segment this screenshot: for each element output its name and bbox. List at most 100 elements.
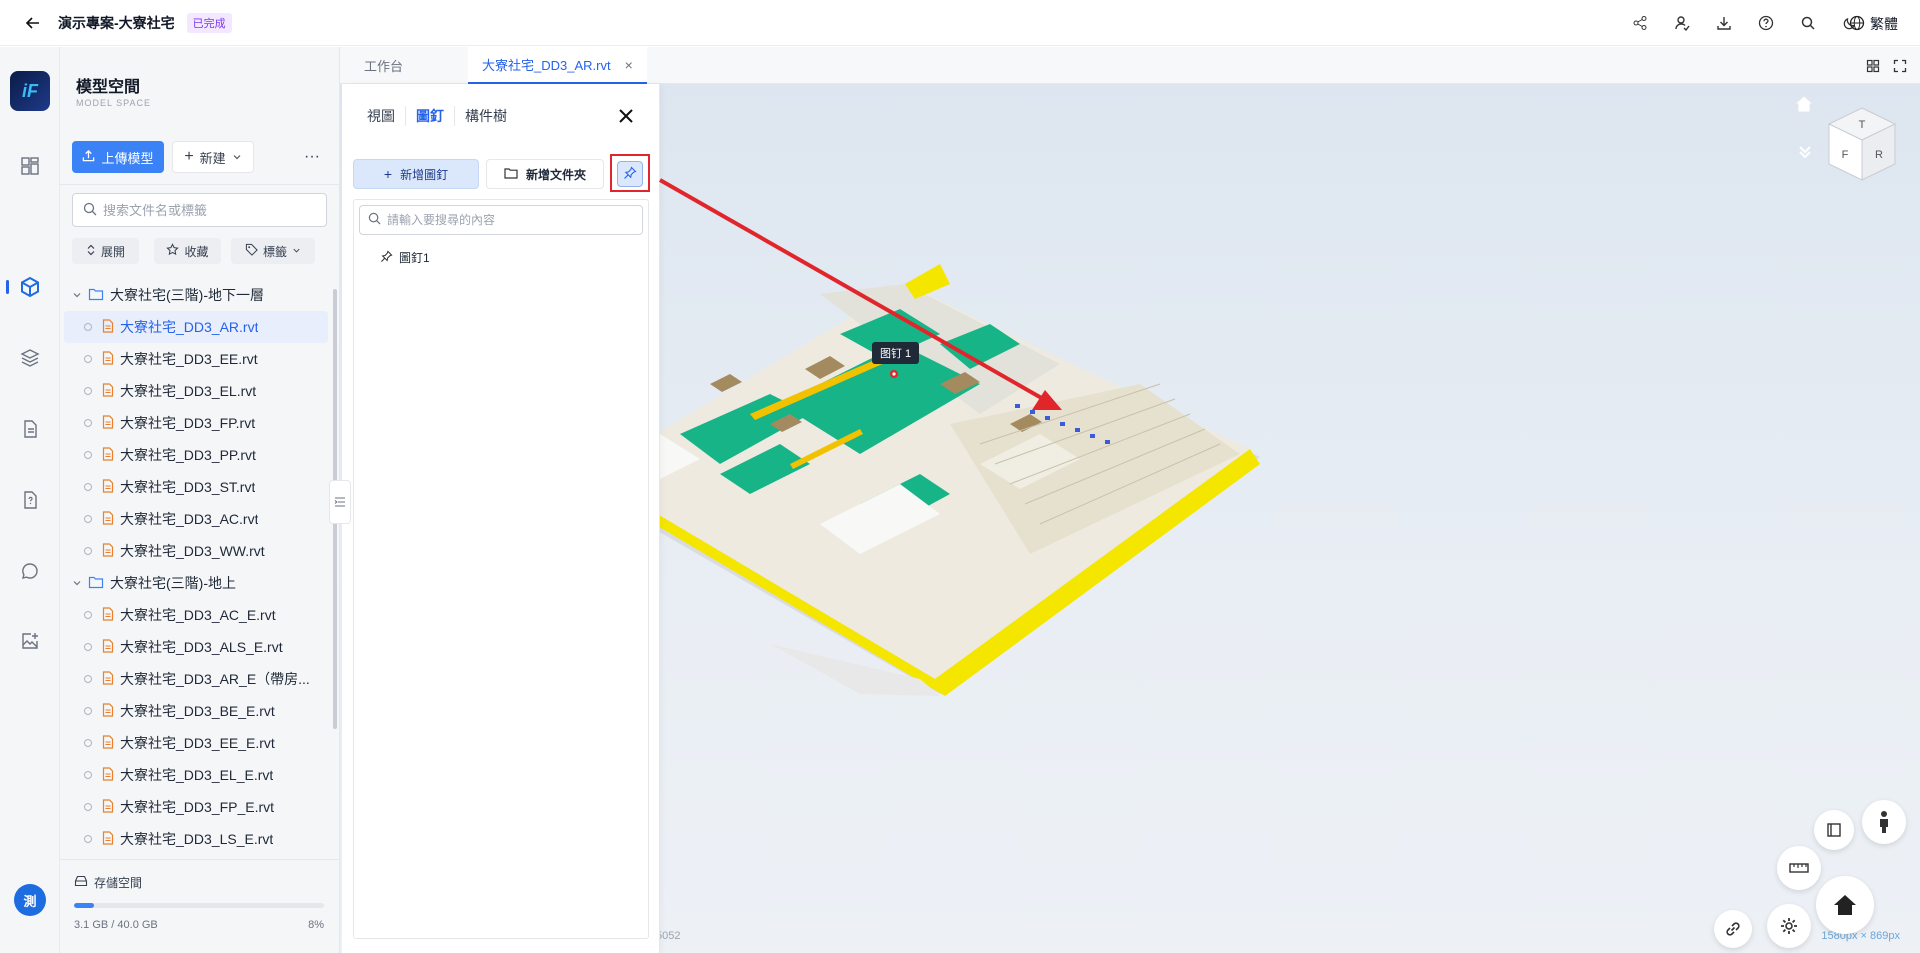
file-row[interactable]: 大寮社宅_DD3_FP.rvt bbox=[60, 407, 332, 439]
pin-search-input[interactable] bbox=[387, 213, 627, 227]
tags-filter-button[interactable]: 標籤 bbox=[231, 238, 315, 264]
close-panel-icon[interactable] bbox=[614, 104, 638, 128]
file-name: 大寮社宅_DD3_AR_E（帶房... bbox=[120, 671, 310, 687]
file-row[interactable]: 大寮社宅_DD3_ALS_E.rvt bbox=[60, 631, 332, 663]
star-icon bbox=[166, 243, 180, 259]
file-row[interactable]: 大寮社宅_DD3_FP_E.rvt bbox=[60, 791, 332, 823]
double-chevron-down-icon[interactable] bbox=[1797, 144, 1813, 160]
chevron-down-icon bbox=[72, 287, 82, 303]
new-button[interactable]: + 新建 bbox=[172, 141, 254, 173]
help-icon[interactable] bbox=[1756, 13, 1776, 33]
file-name: 大寮社宅_DD3_AC_E.rvt bbox=[120, 607, 276, 623]
status-dot bbox=[84, 387, 92, 395]
download-icon[interactable] bbox=[1714, 13, 1734, 33]
pin-list-item[interactable]: 圖釘1 bbox=[380, 249, 430, 266]
file-icon bbox=[102, 766, 114, 784]
status-dot bbox=[84, 803, 92, 811]
folder-row[interactable]: 大寮社宅(三階)-地下一層 bbox=[60, 279, 332, 311]
file-icon bbox=[102, 702, 114, 720]
report-icon[interactable] bbox=[18, 488, 42, 512]
cube-face-top: T bbox=[1859, 119, 1866, 131]
file-row[interactable]: 大寮社宅_DD3_AR_E（帶房... bbox=[60, 663, 332, 695]
file-row[interactable]: 大寮社宅_DD3_EE.rvt bbox=[60, 343, 332, 375]
file-name: 大寮社宅_DD3_WW.rvt bbox=[120, 543, 265, 559]
home-button[interactable] bbox=[1816, 876, 1874, 934]
nav-cube[interactable]: T F R bbox=[1827, 106, 1897, 182]
file-name: 大寮社宅_DD3_EE.rvt bbox=[120, 351, 258, 367]
file-name: 大寮社宅_DD3_AR.rvt bbox=[120, 319, 259, 335]
status-dot bbox=[84, 547, 92, 555]
file-search-input[interactable] bbox=[103, 202, 313, 218]
link-button[interactable] bbox=[1714, 910, 1752, 948]
tab-model-file[interactable]: 大寮社宅_DD3_AR.rvt × bbox=[468, 47, 647, 84]
new-label: 新建 bbox=[199, 150, 226, 166]
user-switch-icon[interactable] bbox=[1672, 13, 1692, 33]
globe-icon bbox=[1849, 15, 1865, 34]
tab-component-tree[interactable]: 構件樹 bbox=[454, 106, 517, 126]
image-add-icon[interactable] bbox=[18, 629, 42, 653]
language-switch[interactable]: 繁體 bbox=[1849, 14, 1898, 34]
file-row[interactable]: 大寮社宅_DD3_PP.rvt bbox=[60, 439, 332, 471]
home-view-icon[interactable] bbox=[1793, 94, 1815, 116]
search-icon[interactable] bbox=[1798, 13, 1818, 33]
status-dot bbox=[84, 483, 92, 491]
status-dot bbox=[84, 835, 92, 843]
file-name: 大寮社宅_DD3_FP.rvt bbox=[120, 415, 256, 431]
fullscreen-icon[interactable] bbox=[1890, 56, 1910, 76]
file-row[interactable]: 大寮社宅_DD3_EL_E.rvt bbox=[60, 759, 332, 791]
add-folder-button[interactable]: 新增文件夾 bbox=[486, 159, 604, 189]
folder-row[interactable]: 大寮社宅(三階)-地上 bbox=[60, 567, 332, 599]
tab-pins[interactable]: 圖釘 bbox=[405, 106, 454, 126]
pin-search-box bbox=[359, 205, 643, 235]
tab-workbench[interactable]: 工作台 bbox=[364, 47, 403, 84]
file-name: 大寮社宅_DD3_ALS_E.rvt bbox=[120, 639, 283, 655]
avatar[interactable]: 測 bbox=[14, 884, 46, 916]
document-icon[interactable] bbox=[18, 417, 42, 441]
chat-icon[interactable] bbox=[18, 559, 42, 583]
split-view-icon[interactable] bbox=[1863, 56, 1883, 76]
plus-icon: + bbox=[184, 148, 194, 165]
back-arrow-icon[interactable] bbox=[22, 12, 44, 34]
cube-icon[interactable] bbox=[18, 275, 42, 299]
pushpin-icon bbox=[380, 249, 393, 266]
search-icon bbox=[83, 202, 97, 219]
panel-title: 模型空間 bbox=[76, 79, 141, 96]
file-name: 大寮社宅_DD3_LS_E.rvt bbox=[120, 831, 274, 847]
section-box-button[interactable] bbox=[1814, 810, 1854, 850]
add-pin-button[interactable]: + 新增圖釘 bbox=[353, 159, 479, 189]
cube-face-right: R bbox=[1875, 149, 1883, 161]
file-row[interactable]: 大寮社宅_DD3_ST.rvt bbox=[60, 471, 332, 503]
upload-model-button[interactable]: 上傳模型 bbox=[72, 141, 164, 173]
file-row[interactable]: 大寮社宅_DD3_WW.rvt bbox=[60, 535, 332, 567]
file-icon bbox=[102, 638, 114, 656]
collapse-panel-handle[interactable] bbox=[329, 480, 351, 524]
measure-button[interactable] bbox=[1777, 846, 1821, 890]
file-row[interactable]: 大寮社宅_DD3_AC.rvt bbox=[60, 503, 332, 535]
expand-toggle-button[interactable]: 展開 bbox=[72, 238, 139, 264]
file-row[interactable]: 大寮社宅_DD3_LS_E.rvt bbox=[60, 823, 332, 855]
file-row[interactable]: 大寮社宅_DD3_BE_E.rvt bbox=[60, 695, 332, 727]
file-name: 大寮社宅_DD3_EL.rvt bbox=[120, 383, 257, 399]
file-row[interactable]: 大寮社宅_DD3_AC_E.rvt bbox=[60, 599, 332, 631]
close-tab-icon[interactable]: × bbox=[625, 57, 633, 73]
add-folder-label: 新增文件夾 bbox=[525, 167, 586, 182]
tab-views[interactable]: 視圖 bbox=[367, 106, 405, 126]
dashboard-icon[interactable] bbox=[18, 154, 42, 178]
favorites-filter-button[interactable]: 收藏 bbox=[154, 238, 221, 264]
layers-icon[interactable] bbox=[18, 346, 42, 370]
walk-mode-button[interactable] bbox=[1862, 800, 1906, 844]
file-icon bbox=[102, 318, 114, 336]
file-row-selected[interactable]: 大寮社宅_DD3_AR.rvt bbox=[64, 311, 328, 343]
settings-button[interactable] bbox=[1767, 904, 1811, 948]
share-icon[interactable] bbox=[1630, 13, 1650, 33]
more-options-icon[interactable]: ··· bbox=[300, 147, 324, 167]
expand-icon bbox=[86, 244, 96, 259]
storage-section: 存儲空間 3.1 GB / 40.0 GB 8% bbox=[60, 859, 340, 953]
file-icon bbox=[102, 382, 114, 400]
chevron-down-icon bbox=[72, 575, 82, 591]
file-icon bbox=[102, 830, 114, 848]
file-icon bbox=[102, 350, 114, 368]
pin-marker[interactable] bbox=[890, 370, 898, 378]
file-row[interactable]: 大寮社宅_DD3_EE_E.rvt bbox=[60, 727, 332, 759]
file-row[interactable]: 大寮社宅_DD3_EL.rvt bbox=[60, 375, 332, 407]
